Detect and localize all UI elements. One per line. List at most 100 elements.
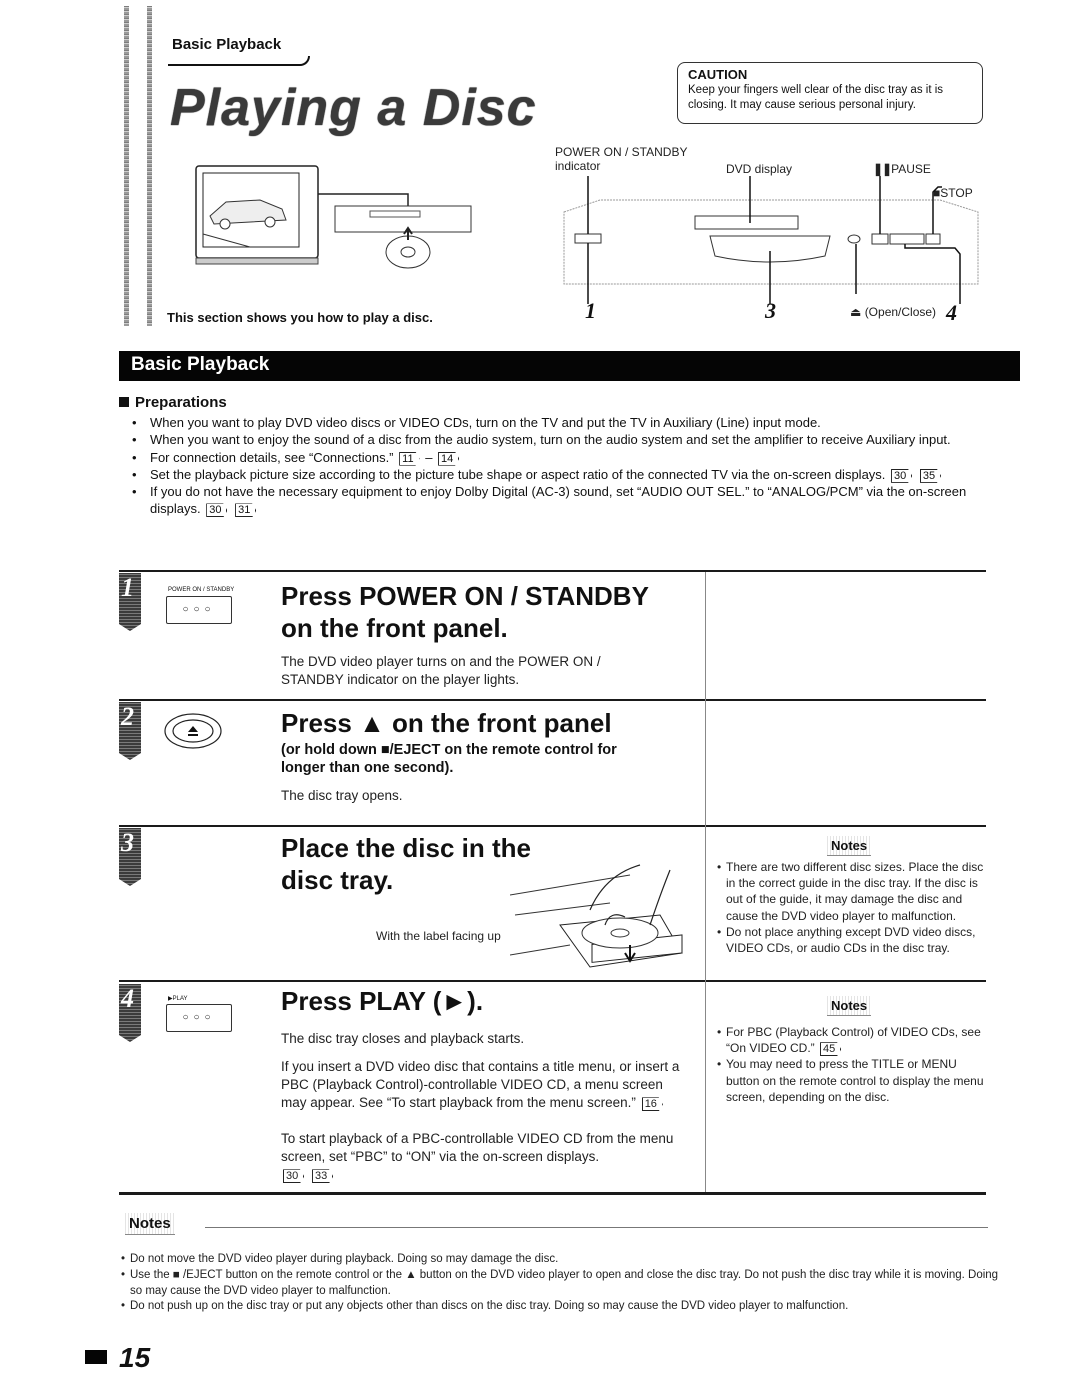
note-item: Do not push up on the disc tray or put a… <box>121 1299 1001 1315</box>
page-ref-link[interactable]: 14 <box>438 451 460 466</box>
square-bullet-icon <box>119 397 129 407</box>
divider <box>119 1192 986 1195</box>
play-panel-label: ▶PLAY <box>168 996 188 1002</box>
caution-box: CAUTION Keep your fingers well clear of … <box>677 62 983 124</box>
footer-notes-list: Do not move the DVD video player during … <box>121 1252 1001 1315</box>
step-4-body-3-text: To start playback of a PBC-controllable … <box>281 1131 674 1165</box>
divider <box>119 980 986 982</box>
footer-notes-rule <box>205 1227 988 1228</box>
step-1-heading-line2: on the front panel. <box>281 613 508 643</box>
breadcrumb-underline <box>168 56 310 66</box>
list-item: When you want to play DVD video discs or… <box>132 414 1012 432</box>
step-4-heading: Press PLAY (►). <box>281 986 484 1016</box>
list-item: If you do not have the necessary equipme… <box>132 483 1012 518</box>
step-2-heading: Press ▲ on the front panel <box>281 708 612 738</box>
step-3-caption: With the label facing up <box>376 929 501 943</box>
note-text: For PBC (Playback Control) of VIDEO CDs,… <box>726 1025 981 1056</box>
step-1-body: The DVD video player turns on and the PO… <box>281 654 601 688</box>
power-indicator-label-line2: indicator <box>555 159 601 173</box>
page-number: 15 <box>85 1342 150 1374</box>
step-badge-4: 4 <box>119 984 141 1042</box>
note-item: For PBC (Playback Control) of VIDEO CDs,… <box>717 1024 987 1057</box>
list-item: When you want to enjoy the sound of a di… <box>132 431 1012 449</box>
ref-separator: – <box>425 449 433 465</box>
step-number: 1 <box>121 573 134 602</box>
power-indicator-label: POWER ON / STANDBY indicator <box>555 145 687 173</box>
step-4-body-1: The disc tray closes and playback starts… <box>281 1031 525 1046</box>
decorative-bar-right <box>147 6 152 326</box>
power-panel-label: POWER ON / STANDBY <box>168 587 235 593</box>
breadcrumb: Basic Playback <box>172 36 282 53</box>
step-4-body-2: If you insert a DVD video disc that cont… <box>281 1058 681 1113</box>
step-number: 4 <box>121 984 134 1013</box>
step-4-notes: For PBC (Playback Control) of VIDEO CDs,… <box>717 1024 987 1105</box>
diagram-step-3: 3 <box>765 298 776 323</box>
section-intro-text: This section shows you how to play a dis… <box>167 310 433 325</box>
note-item: Do not place anything except DVD video d… <box>717 924 987 956</box>
page-ref-link[interactable]: 45 <box>820 1042 842 1057</box>
notes-label: Notes <box>827 996 872 1016</box>
play-button-illustration: ○○○ <box>166 1004 232 1032</box>
list-item: Set the playback picture size according … <box>132 466 1012 483</box>
diagram-step-4: 4 <box>946 300 957 325</box>
step-badge-1: 1 <box>119 573 141 631</box>
step-1-heading: Press POWER ON / STANDBY on the front pa… <box>281 580 649 644</box>
preparations-list: When you want to play DVD video discs or… <box>132 414 1012 518</box>
dvd-player-front-panel-illustration <box>563 176 979 304</box>
page-ref-link[interactable]: 35 <box>919 468 942 483</box>
step-3-heading-line1: Place the disc in the <box>281 833 531 863</box>
page-title: Playing a Disc <box>170 79 537 137</box>
caution-title: CAUTION <box>688 67 748 82</box>
preparations-heading: Preparations <box>119 394 227 411</box>
list-item-text: When you want to enjoy the sound of a di… <box>150 432 951 448</box>
list-item-text: When you want to play DVD video discs or… <box>150 415 821 430</box>
note-item: Use the ■ /EJECT button on the remote co… <box>121 1268 1001 1300</box>
page-number-text: 15 <box>119 1342 151 1373</box>
pause-label-wrap: ❚❚PAUSE <box>873 162 931 176</box>
page-ref-link[interactable]: 33 <box>312 1169 334 1184</box>
step-3-notes: There are two different disc sizes. Plac… <box>717 859 987 956</box>
caution-text: Keep your fingers well clear of the disc… <box>688 84 944 111</box>
list-item: For connection details, see “Connections… <box>132 449 1012 466</box>
step-4-body-2-text: If you insert a DVD video disc that cont… <box>281 1059 680 1111</box>
page-ref-link[interactable]: 16 <box>641 1097 663 1112</box>
pause-label: PAUSE <box>891 162 931 176</box>
step-badge-3: 3 <box>119 828 141 886</box>
step-number: 2 <box>121 702 134 731</box>
footer-notes-label: Notes <box>125 1213 175 1235</box>
note-item: Do not move the DVD video player during … <box>121 1252 1001 1268</box>
notes-label: Notes <box>827 836 872 856</box>
step-2-subheading: (or hold down ■/EJECT on the remote cont… <box>281 742 617 776</box>
list-item-text: Set the playback picture size according … <box>150 466 886 482</box>
page-ref-link[interactable]: 30 <box>891 468 913 483</box>
step-3-heading: Place the disc in the disc tray. <box>281 832 531 896</box>
page-ref-link[interactable]: 31 <box>235 503 257 518</box>
decorative-bar-left <box>124 6 129 326</box>
step-3-heading-line2: disc tray. <box>281 865 394 895</box>
page-ref-link[interactable]: 30 <box>206 503 228 518</box>
divider <box>119 570 986 572</box>
divider <box>119 699 986 701</box>
note-item: You may need to press the TITLE or MENU … <box>717 1056 987 1105</box>
page-ref-link[interactable]: 30 <box>283 1169 305 1184</box>
page-marker-icon <box>85 1350 107 1364</box>
open-close-label-wrap: ⏏ (Open/Close) <box>850 305 936 319</box>
pause-icon: ❚❚ <box>873 162 892 176</box>
section-band-title: Basic Playback <box>131 354 270 375</box>
diagram-step-1: 1 <box>585 298 596 323</box>
step-4-body-3: To start playback of a PBC-controllable … <box>281 1130 681 1185</box>
list-item-text: For connection details, see “Connections… <box>150 449 394 465</box>
list-item-text: If you do not have the necessary equipme… <box>150 484 967 517</box>
eject-icon: ⏏ <box>850 305 862 319</box>
power-standby-button-illustration: ○○○ <box>166 596 232 624</box>
disc-tray-illustration <box>510 864 683 968</box>
power-indicator-label-line1: POWER ON / STANDBY <box>555 145 688 159</box>
page-ref-link[interactable]: 11 <box>399 451 420 466</box>
divider <box>119 825 986 827</box>
eject-button-icon <box>164 713 222 749</box>
note-item: There are two different disc sizes. Plac… <box>717 859 987 924</box>
column-divider <box>705 572 706 1192</box>
step-number: 3 <box>121 828 134 857</box>
dvd-display-label: DVD display <box>726 162 793 176</box>
step-badge-2: 2 <box>119 702 141 760</box>
